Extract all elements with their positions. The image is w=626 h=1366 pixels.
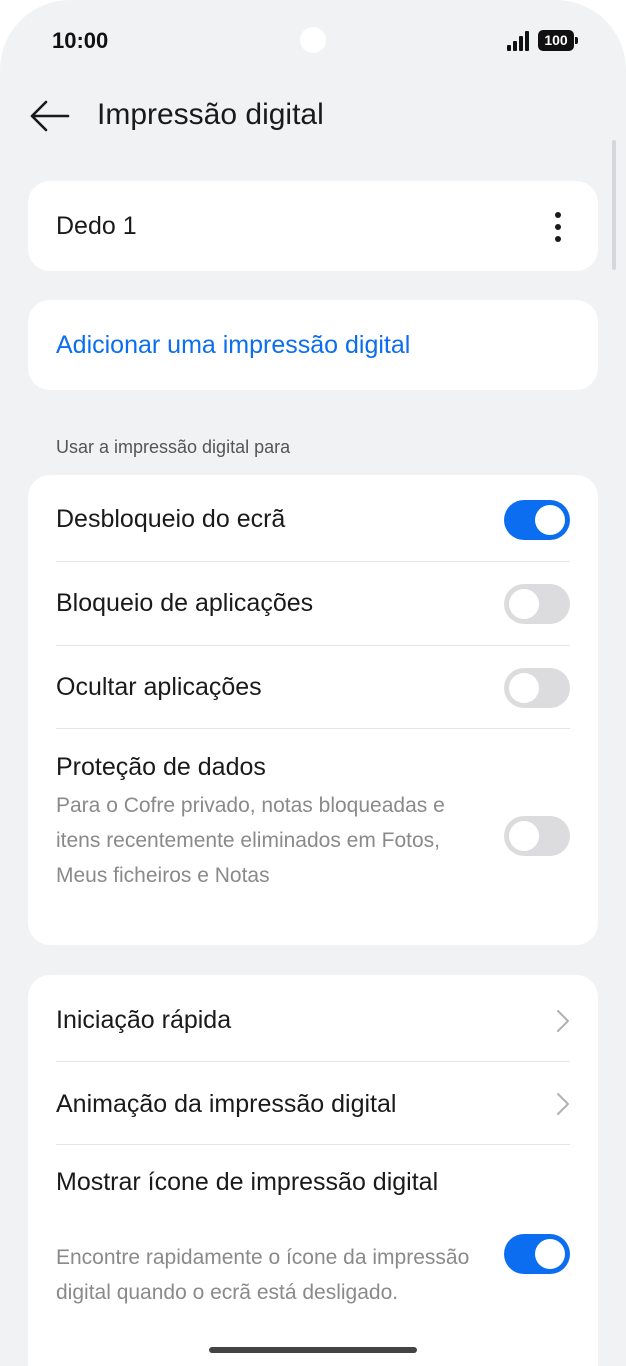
toggle-knob <box>509 821 539 851</box>
fingerprint-label: Dedo 1 <box>56 212 137 240</box>
scrollbar[interactable] <box>612 140 616 270</box>
add-fingerprint-link[interactable]: Adicionar uma impressão digital <box>56 331 410 360</box>
app-header: Impressão digital <box>0 80 626 152</box>
fingerprint-item[interactable]: Dedo 1 <box>28 181 598 271</box>
toggle-knob <box>535 505 565 535</box>
more-vertical-icon <box>555 212 561 242</box>
use-fingerprint-card: Desbloqueio do ecrã Bloqueio de aplicaçõ… <box>28 475 598 945</box>
front-camera <box>300 27 326 53</box>
home-indicator[interactable] <box>209 1347 417 1353</box>
setting-description: Para o Cofre privado, notas bloqueadas e… <box>56 794 445 887</box>
setting-label: Proteção de dados <box>56 753 266 781</box>
setting-label: Ocultar aplicações <box>56 673 262 701</box>
setting-label: Bloqueio de aplicações <box>56 589 314 617</box>
setting-description: Encontre rapidamente o ícone da impressã… <box>56 1246 470 1304</box>
screen-unlock-toggle[interactable] <box>504 500 570 540</box>
more-options-button[interactable] <box>546 210 570 244</box>
show-fingerprint-icon-toggle[interactable] <box>504 1234 570 1274</box>
hide-apps-toggle[interactable] <box>504 668 570 708</box>
more-settings-card: Iniciação rápida Animação da impressão d… <box>28 975 598 1366</box>
setting-row-screen-unlock[interactable]: Desbloqueio do ecrã <box>28 475 598 561</box>
chevron-right-icon <box>557 1093 569 1115</box>
setting-label: Iniciação rápida <box>56 1006 232 1034</box>
setting-row-app-lock[interactable]: Bloqueio de aplicações <box>28 562 598 645</box>
setting-label: Mostrar ícone de impressão digital <box>56 1168 439 1196</box>
setting-label: Desbloqueio do ecrã <box>56 505 286 533</box>
add-fingerprint-card: Adicionar uma impressão digital <box>28 300 598 390</box>
setting-label: Animação da impressão digital <box>56 1090 397 1118</box>
setting-row-hide-apps[interactable]: Ocultar aplicações <box>28 646 598 728</box>
battery-icon: 100 <box>538 30 578 51</box>
setting-row-data-protection[interactable]: Proteção de dados Para o Cofre privado, … <box>28 729 598 945</box>
setting-row-quick-launch[interactable]: Iniciação rápida <box>28 975 598 1061</box>
status-bar: 10:00 100 <box>0 0 626 80</box>
toggle-knob <box>509 673 539 703</box>
cellular-signal-icon <box>507 31 533 51</box>
data-protection-toggle[interactable] <box>504 816 570 856</box>
toggle-knob <box>535 1239 565 1269</box>
section-title-use-fingerprint: Usar a impressão digital para <box>56 437 291 457</box>
setting-row-show-fingerprint-icon[interactable]: Mostrar ícone de impressão digital Encon… <box>28 1145 598 1365</box>
app-lock-toggle[interactable] <box>504 584 570 624</box>
page-title: Impressão digital <box>97 98 324 131</box>
status-time: 10:00 <box>52 28 109 53</box>
chevron-right-icon <box>557 1010 569 1032</box>
toggle-knob <box>509 589 539 619</box>
setting-row-fingerprint-animation[interactable]: Animação da impressão digital <box>28 1062 598 1144</box>
arrow-left-icon <box>30 100 70 132</box>
back-button[interactable] <box>28 98 70 134</box>
phone-screen: 10:00 100 Impressão digital Dedo 1 Adici… <box>0 0 626 1366</box>
